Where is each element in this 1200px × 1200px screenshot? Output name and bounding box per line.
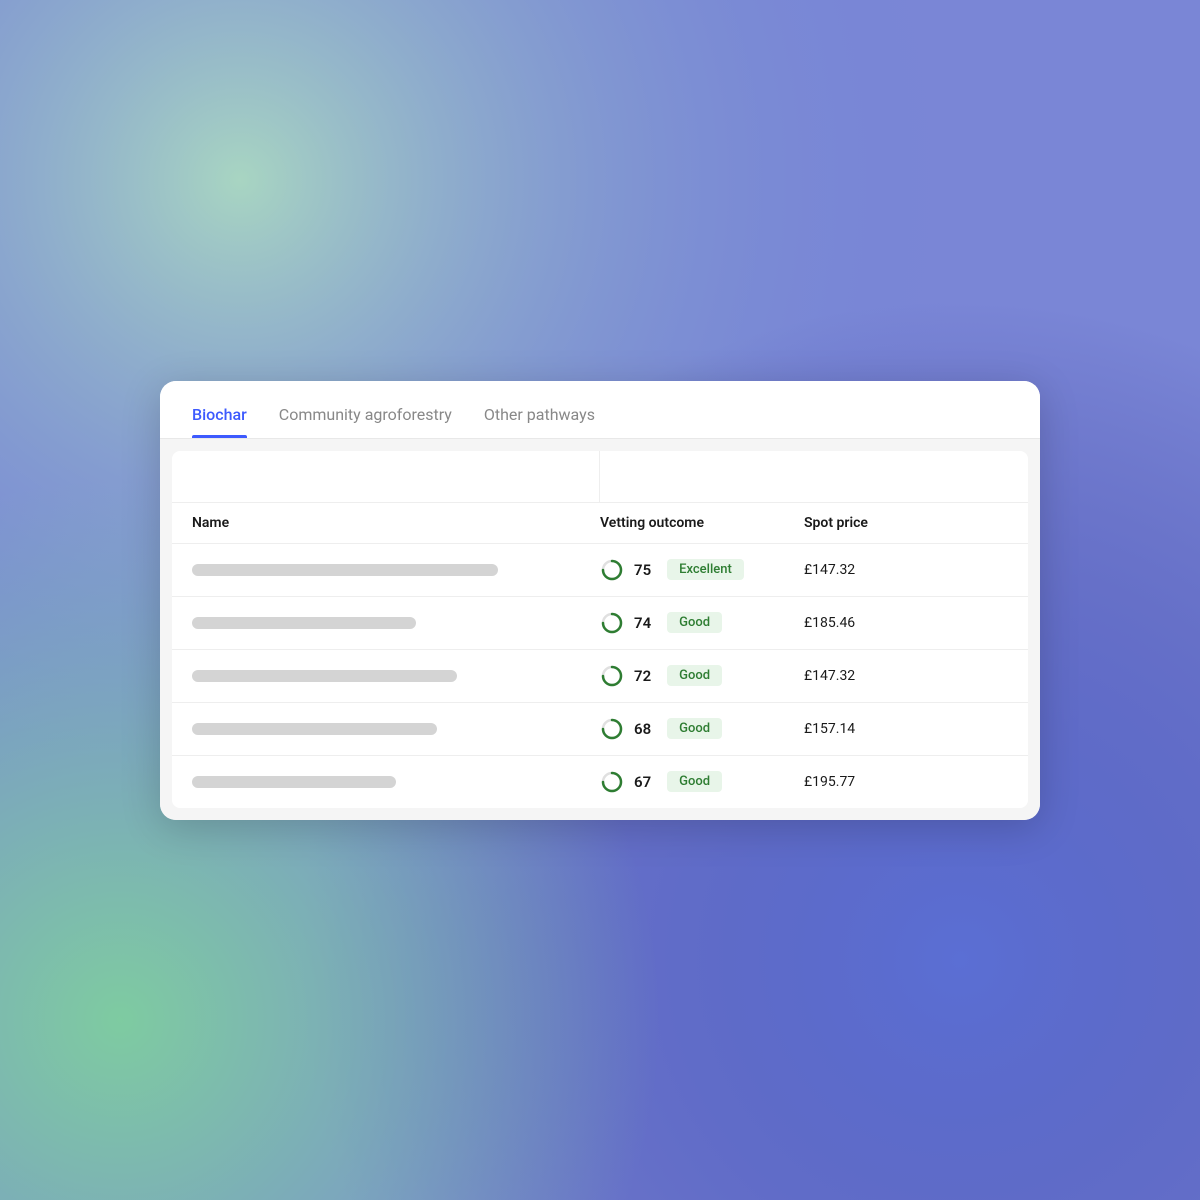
vetting-cell: 75 Excellent [600, 558, 804, 582]
name-skeleton [192, 723, 437, 735]
name-skeleton [192, 776, 396, 788]
score-circle-icon [600, 558, 624, 582]
spot-price-value: £147.32 [804, 668, 1008, 684]
score-number: 75 [634, 561, 651, 579]
name-skeleton [192, 617, 416, 629]
score-number: 74 [634, 614, 651, 632]
spot-price-value: £185.46 [804, 615, 1008, 631]
name-cell [192, 617, 600, 629]
spot-price-value: £147.32 [804, 562, 1008, 578]
score-circle-icon [600, 717, 624, 741]
table-row[interactable]: 75 Excellent £147.32 [172, 544, 1028, 597]
col-header-name: Name [192, 515, 600, 531]
col-header-spot-price: Spot price [804, 515, 1008, 531]
tab-other-pathways[interactable]: Other pathways [484, 405, 595, 438]
table-row[interactable]: 67 Good £195.77 [172, 756, 1028, 808]
name-cell [192, 776, 600, 788]
vetting-cell: 72 Good [600, 664, 804, 688]
vetting-cell: 67 Good [600, 770, 804, 794]
table-wrapper: Name Vetting outcome Spot price 75 Excell… [160, 439, 1040, 820]
table-header: Name Vetting outcome Spot price [172, 503, 1028, 544]
main-card: Biochar Community agroforestry Other pat… [160, 381, 1040, 820]
name-skeleton [192, 564, 498, 576]
name-cell [192, 723, 600, 735]
vetting-cell: 68 Good [600, 717, 804, 741]
tab-community-agroforestry[interactable]: Community agroforestry [279, 405, 452, 438]
score-circle-icon [600, 770, 624, 794]
spot-price-value: £195.77 [804, 774, 1008, 790]
score-number: 68 [634, 720, 651, 738]
outcome-badge: Good [667, 665, 722, 686]
name-skeleton [192, 670, 457, 682]
outcome-badge: Good [667, 718, 722, 739]
tab-biochar[interactable]: Biochar [192, 405, 247, 438]
score-circle-icon [600, 611, 624, 635]
outcome-badge: Good [667, 771, 722, 792]
tabs-bar: Biochar Community agroforestry Other pat… [160, 381, 1040, 439]
table-row[interactable]: 72 Good £147.32 [172, 650, 1028, 703]
table-container: Name Vetting outcome Spot price 75 Excell… [172, 451, 1028, 808]
table-spacer-row [172, 451, 1028, 503]
outcome-badge: Good [667, 612, 722, 633]
score-circle-icon [600, 664, 624, 688]
table-row[interactable]: 74 Good £185.46 [172, 597, 1028, 650]
score-number: 72 [634, 667, 651, 685]
vetting-cell: 74 Good [600, 611, 804, 635]
outcome-badge: Excellent [667, 559, 744, 580]
col-header-vetting: Vetting outcome [600, 515, 804, 531]
table-body: 75 Excellent £147.32 74 Good £185.46 72 Good £14… [172, 544, 1028, 808]
name-cell [192, 670, 600, 682]
name-cell [192, 564, 600, 576]
table-row[interactable]: 68 Good £157.14 [172, 703, 1028, 756]
score-number: 67 [634, 773, 651, 791]
spot-price-value: £157.14 [804, 721, 1008, 737]
